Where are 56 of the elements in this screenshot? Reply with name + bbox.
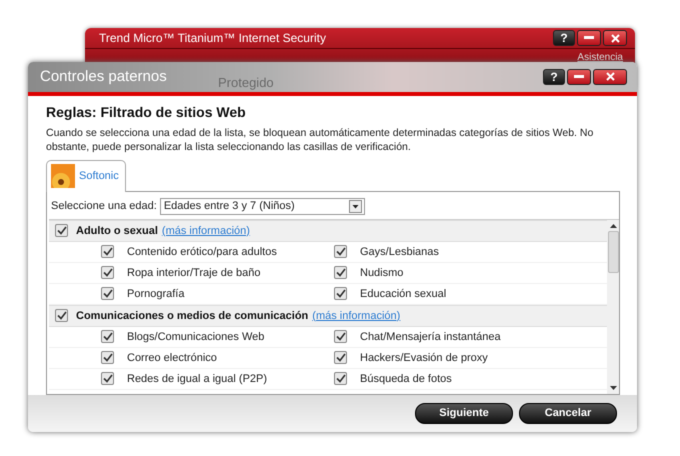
- user-tab[interactable]: Softonic: [46, 160, 126, 192]
- category-label: Educación sexual: [360, 288, 446, 300]
- category-label: Chat/Mensajería instantánea: [360, 330, 501, 343]
- category-checkbox[interactable]: [334, 330, 347, 344]
- scroll-down-icon: [610, 386, 616, 390]
- category-label: Pornografía: [127, 288, 184, 300]
- more-info-link[interactable]: (más información): [162, 224, 250, 237]
- category-checkbox[interactable]: [101, 266, 114, 280]
- dialog-button[interactable]: Siguiente: [415, 402, 513, 424]
- close-button[interactable]: [593, 68, 627, 85]
- category-name: Adulto o sexual: [76, 224, 158, 237]
- window-title: Trend Micro™ Titanium™ Internet Security: [99, 31, 326, 45]
- age-dropdown[interactable]: Edades entre 3 y 7 (Niños): [160, 198, 365, 215]
- category-checkbox[interactable]: [101, 372, 114, 386]
- category-label: Ropa interior/Traje de baño: [127, 266, 261, 279]
- category-checkbox[interactable]: [334, 245, 347, 258]
- category-label: Nudismo: [360, 266, 404, 279]
- category-checkbox[interactable]: [334, 351, 347, 364]
- category-label: Búsqueda de fotos: [360, 372, 452, 385]
- window-title: Controles paternos: [40, 68, 167, 86]
- category-checkbox[interactable]: [101, 351, 114, 364]
- help-link[interactable]: Asistencia: [577, 52, 623, 63]
- category-checkbox[interactable]: [55, 224, 68, 238]
- close-icon: [610, 34, 620, 42]
- category-checkbox[interactable]: [334, 266, 347, 280]
- scrollbar[interactable]: [607, 220, 619, 394]
- category-checkbox[interactable]: [101, 330, 114, 344]
- category-checkbox[interactable]: [101, 287, 114, 300]
- scroll-thumb[interactable]: [608, 230, 618, 273]
- section-heading: Reglas: Filtrado de sitios Web: [46, 104, 247, 120]
- status-text: Protegido: [218, 75, 274, 90]
- flower-picture-icon: [51, 164, 75, 188]
- category-label: Blogs/Comunicaciones Web: [127, 330, 264, 343]
- category-name: Comunicaciones o medios de comunicación: [76, 310, 308, 322]
- minimize-icon: [574, 74, 584, 79]
- description-text: Cuando se selecciona una edad de la lista, se bloquean automáticamente determinadas categorías de sitios Web. No obstante, puede personalizar la lista seleccionando las casillas de verificación.: [46, 126, 594, 154]
- more-info-link[interactable]: (más información): [312, 310, 400, 322]
- category-label: Gays/Lesbianas: [360, 246, 439, 258]
- age-label: Seleccione una edad:: [51, 200, 157, 212]
- category-checkbox[interactable]: [55, 309, 68, 322]
- help-button[interactable]: ?: [543, 68, 565, 85]
- category-checkbox[interactable]: [101, 245, 114, 258]
- category-label: Correo electrónico: [127, 352, 217, 364]
- scroll-up-icon: [610, 224, 616, 228]
- category-label: Hackers/Evasión de proxy: [360, 352, 488, 364]
- category-checkbox[interactable]: [334, 287, 347, 300]
- close-icon: [606, 72, 614, 82]
- dialog-button[interactable]: Cancelar: [519, 402, 617, 424]
- help-button[interactable]: ?: [553, 30, 575, 46]
- minimize-icon: [584, 36, 594, 40]
- category-label: Contenido erótico/para adultos: [127, 246, 277, 258]
- minimize-button[interactable]: [567, 68, 591, 85]
- category-checkbox[interactable]: [334, 372, 347, 386]
- minimize-button[interactable]: [577, 30, 601, 46]
- close-button[interactable]: [603, 30, 627, 46]
- category-label: Redes de igual a igual (P2P): [127, 372, 268, 385]
